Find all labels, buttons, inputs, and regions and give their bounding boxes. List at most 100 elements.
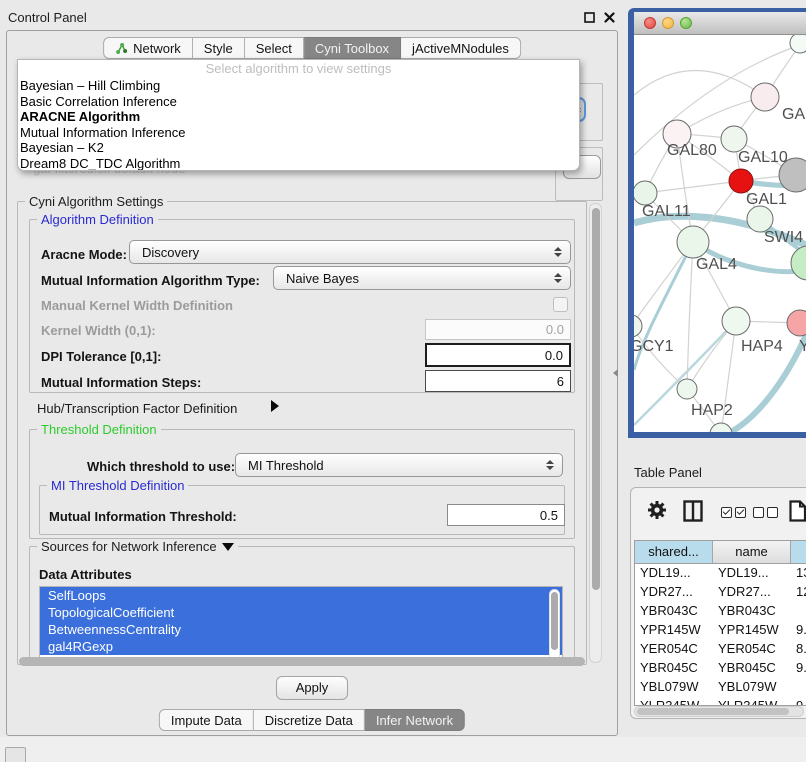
- network-node-hap4[interactable]: [722, 307, 750, 335]
- new-table-icon[interactable]: [789, 500, 806, 527]
- table-cell: 9.: [791, 621, 806, 640]
- table-cell: YPR145W: [713, 621, 791, 640]
- mi-type-label: Mutual Information Algorithm Type:: [41, 273, 260, 288]
- data-attribute-item[interactable]: TopologicalCoefficient: [40, 604, 562, 621]
- data-attributes-list[interactable]: SelfLoopsTopologicalCoefficientBetweenne…: [39, 586, 563, 665]
- data-attribute-item[interactable]: gal4RGexp: [40, 638, 562, 655]
- table-row[interactable]: YBL079WYBL079W: [635, 678, 806, 697]
- mi-threshold-input[interactable]: [447, 504, 565, 526]
- collapsed-panel-icon[interactable]: [5, 747, 26, 762]
- kernel-width-input: [425, 319, 571, 340]
- settings-horizontal-scrollbar[interactable]: [19, 657, 585, 666]
- data-attribute-item[interactable]: BetweennessCentrality: [40, 621, 562, 638]
- table-row[interactable]: YDL19...YDL19...13: [635, 564, 806, 583]
- dpi-tolerance-input[interactable]: [425, 343, 571, 367]
- table-toolbar: [631, 498, 806, 532]
- minimize-traffic-icon[interactable]: [662, 17, 674, 29]
- algorithm-dropdown-list: Bayesian – Hill ClimbingBasic Correlatio…: [18, 78, 579, 171]
- table-hscroll-thumb[interactable]: [637, 708, 789, 715]
- tab-cyni-toolbox[interactable]: Cyni Toolbox: [304, 37, 401, 59]
- hub-expand-icon[interactable]: [271, 400, 279, 412]
- sources-collapse-icon[interactable]: [222, 543, 234, 551]
- table-cell: YBR045C: [713, 659, 791, 678]
- deselect-all-checks-icon[interactable]: [753, 505, 778, 523]
- network-node-label: SWI4: [764, 229, 803, 246]
- algorithm-option[interactable]: Basic Correlation Inference: [18, 94, 579, 110]
- close-traffic-icon[interactable]: [644, 17, 656, 29]
- tab-infer-network[interactable]: Infer Network: [365, 709, 465, 731]
- table-cell: YLR345W: [713, 697, 791, 706]
- column-header-1[interactable]: shared...: [635, 541, 713, 563]
- tab-impute-data[interactable]: Impute Data: [159, 709, 254, 731]
- attributes-list-scrollbar[interactable]: [549, 589, 560, 663]
- tab-discretize-data[interactable]: Discretize Data: [254, 709, 365, 731]
- network-node-label: GAL10: [738, 149, 788, 166]
- algorithm-option[interactable]: ARACNE Algorithm: [18, 109, 579, 125]
- data-attribute-item[interactable]: SelfLoops: [40, 587, 562, 604]
- gear-icon[interactable]: [647, 500, 667, 525]
- network-node-label: GAL11: [642, 203, 691, 220]
- network-node[interactable]: [791, 246, 806, 280]
- dpi-tolerance-label: DPI Tolerance [0,1]:: [41, 349, 161, 364]
- algorithm-definition-title: Algorithm Definition: [41, 212, 154, 227]
- zoom-traffic-icon[interactable]: [680, 17, 692, 29]
- hub-definition-toggle-label[interactable]: Hub/Transcription Factor Definition: [37, 401, 237, 416]
- tab-network[interactable]: Network: [103, 37, 193, 59]
- panel-resize-grip[interactable]: [613, 369, 618, 377]
- table-row[interactable]: YBR043CYBR043C: [635, 602, 806, 621]
- column-header-2[interactable]: name: [713, 541, 791, 563]
- algorithm-option[interactable]: Mutual Information Inference: [18, 125, 579, 141]
- table-cell: 13: [791, 564, 806, 583]
- network-node-gcy1[interactable]: [634, 315, 642, 337]
- tab-select[interactable]: Select: [245, 37, 304, 59]
- table-row[interactable]: YLR345WYLR345W9.: [635, 697, 806, 706]
- table-row[interactable]: YDR27...YDR27...12: [635, 583, 806, 602]
- mi-steps-input[interactable]: [425, 370, 571, 392]
- close-icon[interactable]: [604, 11, 615, 26]
- settings-vertical-scrollbar[interactable]: [589, 203, 602, 663]
- algorithm-option[interactable]: Dream8 DC_TDC Algorithm: [18, 156, 579, 171]
- algorithm-dropdown-placeholder: Select algorithm to view settings: [18, 60, 579, 78]
- network-node[interactable]: [710, 423, 732, 433]
- table-cell: 9.: [791, 697, 806, 706]
- table-cell: [791, 602, 806, 621]
- column-header-3[interactable]: A: [791, 541, 806, 563]
- table-row[interactable]: YER054CYER054C8.: [635, 640, 806, 659]
- table-row[interactable]: YBR045CYBR045C9.: [635, 659, 806, 678]
- split-panel-icon[interactable]: [683, 500, 703, 527]
- settings-scrollbar-thumb[interactable]: [592, 208, 600, 590]
- algorithm-option[interactable]: Bayesian – Hill Climbing: [18, 78, 579, 94]
- network-node[interactable]: [790, 35, 806, 53]
- network-node-gal1[interactable]: [729, 169, 753, 193]
- aracne-mode-combo[interactable]: Discovery: [129, 240, 571, 264]
- tab-jactivemnodules[interactable]: jActiveMNodules: [401, 37, 521, 59]
- network-node-label: Y: [799, 338, 806, 355]
- select-all-checks-icon[interactable]: [721, 505, 746, 523]
- float-window-icon[interactable]: [584, 11, 595, 26]
- table-cell: [791, 678, 806, 697]
- sources-title: Sources for Network Inference: [41, 539, 217, 554]
- network-node-hap2[interactable]: [677, 379, 697, 399]
- algorithm-option[interactable]: Bayesian – K2: [18, 140, 579, 156]
- network-node-gal11[interactable]: [634, 181, 657, 205]
- node-table[interactable]: shared...nameA YDL19...YDL19...13YDR27..…: [634, 540, 806, 706]
- network-node-gal[interactable]: [751, 83, 779, 111]
- network-node-gal4[interactable]: [677, 226, 709, 258]
- mi-type-combo[interactable]: Naive Bayes: [273, 266, 571, 290]
- network-node-label: HAP4: [741, 338, 783, 355]
- network-node-y[interactable]: [787, 310, 806, 336]
- which-threshold-value: MI Threshold: [248, 458, 324, 473]
- table-horizontal-scrollbar[interactable]: [634, 706, 804, 717]
- table-row[interactable]: YPR145WYPR145W9.: [635, 621, 806, 640]
- apply-button[interactable]: Apply: [276, 676, 348, 700]
- network-canvas[interactable]: GALGAL80GAL10GAL1GAL11SWI4GAL4GCY1HAP4YH…: [634, 35, 806, 433]
- tab-label: Cyni Toolbox: [315, 41, 389, 56]
- tab-style[interactable]: Style: [193, 37, 245, 59]
- table-cell: 12: [791, 583, 806, 602]
- network-node-label: GAL4: [696, 256, 737, 273]
- attributes-scrollbar-thumb[interactable]: [551, 592, 558, 650]
- which-threshold-combo[interactable]: MI Threshold: [235, 453, 563, 477]
- table-cell: YER054C: [713, 640, 791, 659]
- tab-label: Infer Network: [376, 713, 453, 728]
- network-window-titlebar[interactable]: [634, 12, 806, 35]
